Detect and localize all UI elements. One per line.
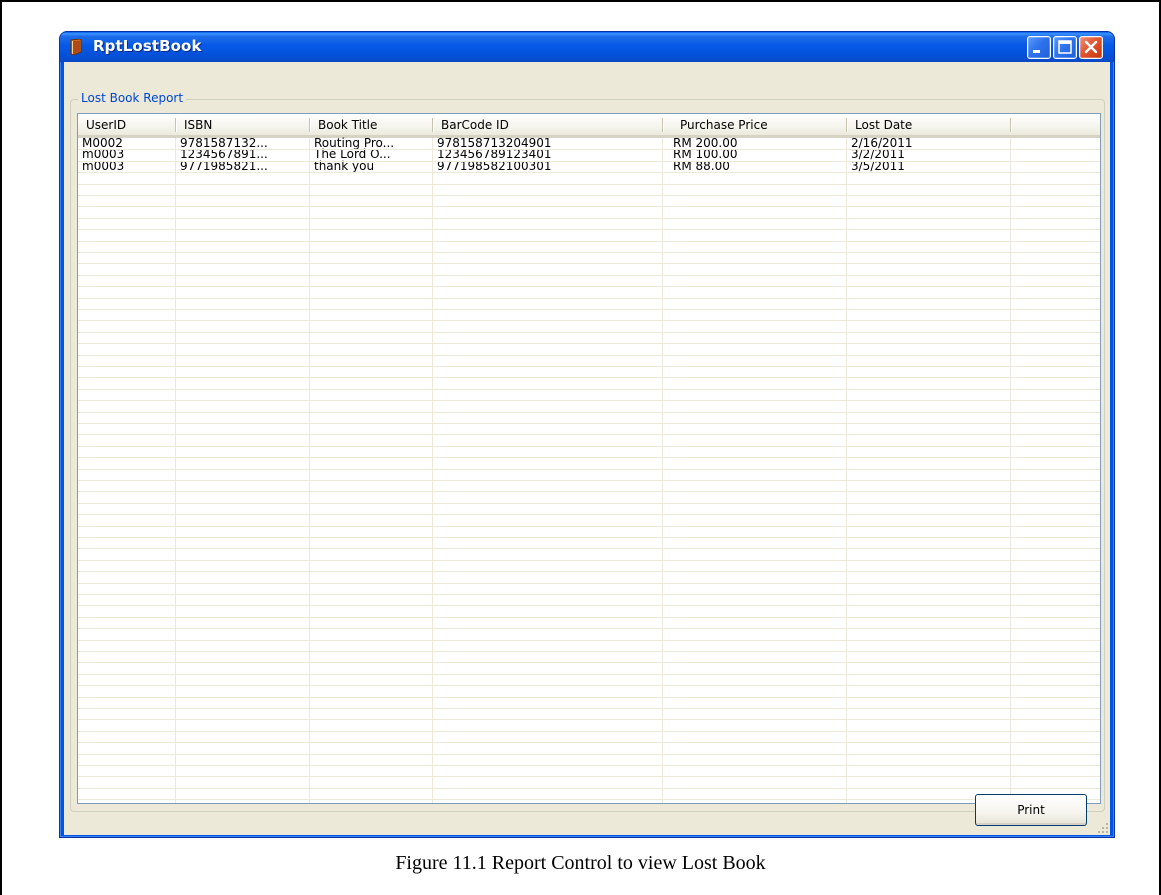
window-title: RptLostBook xyxy=(93,37,202,55)
grid-line xyxy=(78,674,1100,675)
grid-line xyxy=(662,138,663,803)
grid-line xyxy=(78,172,1100,173)
window-client-area: Lost Book Report UserID ISBN Book Title … xyxy=(64,62,1110,835)
grid-line xyxy=(175,138,176,803)
grid-line xyxy=(78,685,1100,686)
grid-line xyxy=(78,241,1100,242)
grid-line xyxy=(78,765,1100,766)
grid-line xyxy=(78,161,1100,162)
grid-line xyxy=(846,138,847,803)
table-row[interactable]: m0003 9771985821... thank you 9771985821003… xyxy=(78,159,1100,173)
grid-line xyxy=(78,799,1100,800)
column-header-isbn[interactable]: ISBN xyxy=(176,114,309,135)
title-bar[interactable]: RptLostBook xyxy=(60,32,1114,62)
column-header-userid[interactable]: UserID xyxy=(78,114,176,135)
grid-line xyxy=(78,218,1100,219)
grid-line xyxy=(78,708,1100,709)
grid-line xyxy=(78,457,1100,458)
maximize-icon xyxy=(1058,40,1072,54)
grid-line xyxy=(78,491,1100,492)
grid-line xyxy=(78,697,1100,698)
resize-grip-icon[interactable] xyxy=(1097,822,1109,834)
grid-line xyxy=(78,434,1100,435)
grid-line xyxy=(78,332,1100,333)
grid-line xyxy=(78,446,1100,447)
column-header-lost-date[interactable]: Lost Date xyxy=(847,114,1011,135)
lost-book-listview[interactable]: UserID ISBN Book Title BarCode ID Purcha… xyxy=(77,113,1101,804)
grid-line xyxy=(78,366,1100,367)
grid-line xyxy=(78,389,1100,390)
grid-line xyxy=(78,742,1100,743)
grid-line xyxy=(78,275,1100,276)
grid-line xyxy=(78,149,1100,150)
grid-line xyxy=(78,548,1100,549)
figure-caption: Figure 11.1 Report Control to view Lost … xyxy=(395,852,766,874)
grid-line xyxy=(78,309,1100,310)
grid-line xyxy=(78,617,1100,618)
grid-line xyxy=(78,662,1100,663)
column-header-barcode-id[interactable]: BarCode ID xyxy=(433,114,662,135)
grid-line xyxy=(78,776,1100,777)
grid-line xyxy=(309,138,310,803)
maximize-button[interactable] xyxy=(1053,36,1077,59)
grid-line xyxy=(78,605,1100,606)
grid-line xyxy=(78,377,1100,378)
grid-line xyxy=(78,583,1100,584)
grid-line xyxy=(78,594,1100,595)
grid-line xyxy=(78,560,1100,561)
column-header-book-title[interactable]: Book Title xyxy=(310,114,433,135)
grid-line xyxy=(78,320,1100,321)
grid-line xyxy=(78,571,1100,572)
close-icon xyxy=(1084,40,1098,54)
column-separator[interactable] xyxy=(1010,118,1011,132)
grid-line xyxy=(78,754,1100,755)
grid-line xyxy=(78,263,1100,264)
grid-line xyxy=(78,731,1100,732)
grid-line xyxy=(78,400,1100,401)
grid-line xyxy=(78,355,1100,356)
rpt-lost-book-window: RptLostBook Lost Book Report UserID ISBN… xyxy=(59,31,1115,838)
grid-line xyxy=(1010,138,1011,803)
grid-line xyxy=(78,628,1100,629)
grid-line xyxy=(432,138,433,803)
grid-line xyxy=(78,503,1100,504)
grid-line xyxy=(78,469,1100,470)
grid-line xyxy=(78,184,1100,185)
close-button[interactable] xyxy=(1079,36,1103,59)
grid-line xyxy=(78,788,1100,789)
grid-line xyxy=(78,343,1100,344)
grid-line xyxy=(78,480,1100,481)
grid-line xyxy=(78,651,1100,652)
grid-line xyxy=(78,719,1100,720)
grid-line xyxy=(78,229,1100,230)
grid-line xyxy=(78,514,1100,515)
grid-line xyxy=(78,537,1100,538)
grid-line xyxy=(78,423,1100,424)
grid-line xyxy=(78,286,1100,287)
book-app-icon xyxy=(70,39,82,56)
grid-line xyxy=(78,640,1100,641)
column-header-purchase-price[interactable]: Purchase Price xyxy=(663,114,847,135)
minimize-icon xyxy=(1033,50,1040,53)
grid-line xyxy=(78,195,1100,196)
grid-line xyxy=(78,412,1100,413)
grid-line xyxy=(78,252,1100,253)
print-button[interactable]: Print xyxy=(975,794,1087,826)
groupbox-label: Lost Book Report xyxy=(78,90,187,106)
grid-line xyxy=(78,298,1100,299)
grid-line xyxy=(78,526,1100,527)
minimize-button[interactable] xyxy=(1027,36,1051,59)
grid-line xyxy=(78,206,1100,207)
